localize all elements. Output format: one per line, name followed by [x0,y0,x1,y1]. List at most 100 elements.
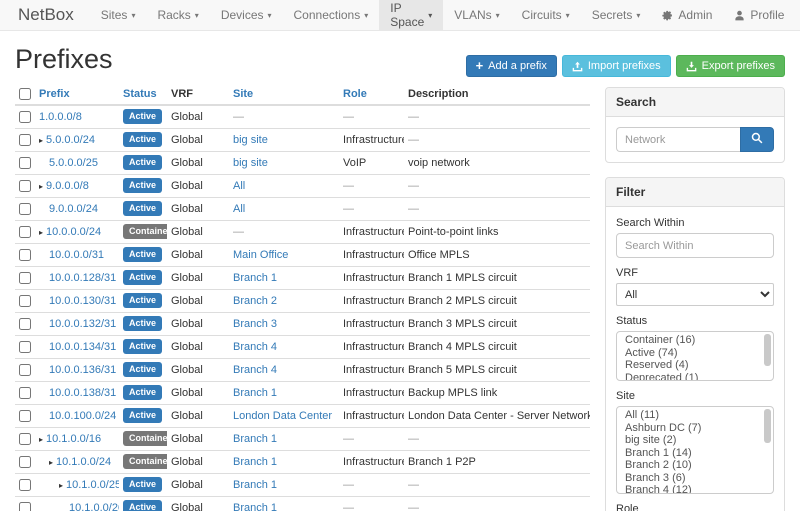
status-cell: Active [119,335,167,358]
listbox-option[interactable]: Branch 1 (14) [617,447,773,460]
row-checkbox[interactable] [19,341,31,353]
row-checkbox[interactable] [19,410,31,422]
prefix-link[interactable]: 10.1.0.0/16 [46,433,101,445]
prefix-link[interactable]: 10.0.0.130/31 [49,295,116,307]
listbox-option[interactable]: Branch 3 (6) [617,472,773,485]
row-checkbox[interactable] [19,502,31,511]
listbox-option[interactable]: big site (2) [617,434,773,447]
prefix-link[interactable]: 10.0.0.138/31 [49,387,116,399]
site-link[interactable]: big site [233,134,268,146]
nav-item-secrets[interactable]: Secrets▾ [581,0,652,30]
row-checkbox[interactable] [19,318,31,330]
nav-item-vlans[interactable]: VLANs▾ [443,0,510,30]
column-header-status[interactable]: Status [119,84,167,105]
brand-logo[interactable]: NetBox [12,0,80,30]
search-input[interactable] [616,127,740,152]
prefix-link[interactable]: 10.1.0.0/25 [66,479,119,491]
site-link[interactable]: Branch 2 [233,295,277,307]
scrollbar-thumb[interactable] [764,409,771,443]
column-header-role[interactable]: Role [339,84,404,105]
site-link[interactable]: Branch 1 [233,272,277,284]
import-prefixes-button[interactable]: Import prefixes [562,55,671,77]
row-checkbox[interactable] [19,456,31,468]
status-badge: Active [123,270,162,285]
row-checkbox[interactable] [19,134,31,146]
search-button[interactable] [740,127,774,152]
prefix-link[interactable]: 10.1.0.0/24 [56,456,111,468]
listbox-option[interactable]: Reserved (4) [617,359,773,372]
listbox-option[interactable]: Container (16) [617,334,773,347]
row-checkbox[interactable] [19,433,31,445]
column-header-prefix[interactable]: Prefix [35,84,119,105]
scrollbar-thumb[interactable] [764,334,771,366]
row-checkbox[interactable] [19,387,31,399]
site-listbox[interactable]: All (11)Ashburn DC (7)big site (2)Branch… [616,406,774,494]
nav-item-connections[interactable]: Connections▾ [283,0,380,30]
listbox-option[interactable]: Branch 4 (12) [617,484,773,494]
nav-item-admin[interactable]: Admin [651,0,723,30]
prefix-link[interactable]: 5.0.0.0/25 [49,157,98,169]
site-link[interactable]: All [233,180,245,192]
prefix-link[interactable]: 10.0.0.134/31 [49,341,116,353]
prefix-link[interactable]: 10.1.0.0/26 [69,502,119,511]
listbox-option[interactable]: All (11) [617,409,773,422]
site-link[interactable]: Branch 1 [233,433,277,445]
vrf-select[interactable]: All [616,283,774,306]
prefix-link[interactable]: 5.0.0.0/24 [46,134,95,146]
site-link[interactable]: big site [233,157,268,169]
site-link[interactable]: Branch 1 [233,502,277,511]
site-link[interactable]: Main Office [233,249,288,261]
prefix-link[interactable]: 10.0.100.0/24 [49,410,116,422]
nav-item-profile[interactable]: Profile [723,0,795,30]
site-link[interactable]: Branch 3 [233,318,277,330]
prefix-link[interactable]: 10.0.0.132/31 [49,318,116,330]
row-checkbox[interactable] [19,364,31,376]
site-link[interactable]: Branch 1 [233,387,277,399]
row-checkbox[interactable] [19,479,31,491]
prefix-link[interactable]: 1.0.0.0/8 [39,111,82,123]
site-link[interactable]: Branch 4 [233,364,277,376]
prefix-link[interactable]: 10.0.0.0/24 [46,226,101,238]
nav-item-devices[interactable]: Devices▾ [210,0,283,30]
nav-item-ip-space[interactable]: IP Space▾ [379,0,443,30]
listbox-option[interactable]: Deprecated (1) [617,372,773,382]
row-checkbox[interactable] [19,180,31,192]
status-listbox[interactable]: Container (16)Active (74)Reserved (4)Dep… [616,331,774,381]
site-link[interactable]: Branch 4 [233,341,277,353]
site-link[interactable]: Branch 1 [233,479,277,491]
empty-value: — [343,180,354,192]
row-checkbox[interactable] [19,295,31,307]
row-checkbox[interactable] [19,203,31,215]
site-link[interactable]: London Data Center [233,410,332,422]
row-checkbox-cell [15,450,35,473]
add-prefix-button[interactable]: + Add a prefix [466,55,557,77]
status-cell: Active [119,243,167,266]
nav-item-sites[interactable]: Sites▾ [90,0,147,30]
prefix-link[interactable]: 10.0.0.136/31 [49,364,116,376]
select-all-checkbox[interactable] [19,88,31,100]
prefix-link[interactable]: 9.0.0.0/24 [49,203,98,215]
prefix-link[interactable]: 10.0.0.128/31 [49,272,116,284]
row-checkbox[interactable] [19,272,31,284]
prefix-link[interactable]: 9.0.0.0/8 [46,180,89,192]
site-link[interactable]: All [233,203,245,215]
column-header-site[interactable]: Site [229,84,339,105]
listbox-option[interactable]: Active (74) [617,347,773,360]
nav-item-logout[interactable]: Log out [795,0,800,30]
export-prefixes-button[interactable]: Export prefixes [676,55,785,77]
listbox-option[interactable]: Ashburn DC (7) [617,422,773,435]
row-checkbox[interactable] [19,157,31,169]
nav-item-racks[interactable]: Racks▾ [146,0,209,30]
site-cell: All [229,174,339,197]
nav-item-circuits[interactable]: Circuits▾ [511,0,581,30]
row-checkbox[interactable] [19,226,31,238]
site-link[interactable]: Branch 1 [233,456,277,468]
row-checkbox[interactable] [19,111,31,123]
row-checkbox[interactable] [19,249,31,261]
prefix-link[interactable]: 10.0.0.0/31 [49,249,104,261]
listbox-option[interactable]: Branch 2 (10) [617,459,773,472]
row-checkbox-cell [15,473,35,496]
search-within-input[interactable] [616,233,774,258]
table-row: 10.0.0.128/31ActiveGlobalBranch 1Infrast… [15,266,590,289]
empty-value: — [408,134,419,146]
